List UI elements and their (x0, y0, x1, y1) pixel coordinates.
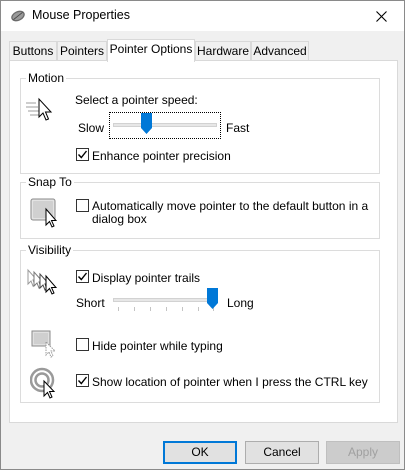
title-bar[interactable]: Mouse Properties (1, 1, 404, 31)
window-title: Mouse Properties (32, 8, 130, 22)
snap-to-checkbox[interactable] (76, 199, 89, 212)
show-location-checkbox[interactable] (76, 374, 89, 387)
tab-pointers[interactable]: Pointers (57, 41, 107, 61)
snap-to-icon (30, 198, 58, 228)
speed-slider-thumb[interactable] (141, 113, 152, 134)
trails-slider-tick (182, 307, 183, 311)
close-button[interactable] (358, 1, 404, 31)
tab-buttons[interactable]: Buttons (9, 41, 57, 61)
enhance-precision-checkbox[interactable] (76, 148, 89, 161)
checkmark-icon (77, 272, 88, 281)
show-location-icon (30, 367, 56, 399)
snap-to-label-line1[interactable]: Automatically move pointer to the defaul… (92, 199, 368, 213)
fast-label: Fast (226, 121, 250, 135)
enhance-precision-label[interactable]: Enhance pointer precision (92, 149, 231, 163)
trails-slider-thumb[interactable] (207, 288, 218, 309)
snap-to-group-label: Snap To (26, 175, 74, 189)
speed-slider-track[interactable] (113, 123, 217, 127)
pointer-speed-icon (26, 97, 53, 121)
pointer-speed-label: Select a pointer speed: (75, 93, 198, 107)
trails-slider-tick (166, 307, 167, 311)
close-icon (375, 10, 387, 22)
mouse-properties-window: Mouse Properties Buttons Pointers Pointe… (0, 0, 405, 470)
tab-advanced[interactable]: Advanced (251, 41, 309, 61)
apply-button[interactable]: Apply (326, 441, 400, 464)
snap-to-group: Snap To Automatically move pointer to th… (20, 175, 380, 239)
tab-pointer-options[interactable]: Pointer Options (107, 39, 195, 62)
trails-slider-track[interactable] (113, 298, 217, 302)
slow-label: Slow (78, 121, 105, 135)
pointer-trails-label[interactable]: Display pointer trails (92, 271, 200, 285)
trails-slider-tick (150, 307, 151, 311)
pointer-trails-checkbox[interactable] (76, 270, 89, 283)
motion-group: Motion Select a pointer speed: Slow Fast (20, 71, 380, 174)
long-label: Long (227, 296, 254, 310)
hide-pointer-checkbox[interactable] (76, 338, 89, 351)
tab-strip: Buttons Pointers Pointer Options Hardwar… (9, 39, 401, 62)
show-location-label[interactable]: Show location of pointer when I press th… (92, 375, 368, 389)
motion-group-label: Motion (26, 71, 67, 85)
hide-pointer-icon (31, 330, 57, 358)
checkmark-icon (77, 150, 88, 159)
pointer-options-panel: Motion Select a pointer speed: Slow Fast (9, 60, 398, 423)
cancel-button[interactable]: Cancel (245, 441, 319, 464)
trails-slider-tick (118, 307, 119, 311)
trails-slider-tick (198, 307, 199, 311)
trails-slider-tick (134, 307, 135, 311)
snap-to-label-line2[interactable]: dialog box (92, 212, 147, 226)
tab-hardware[interactable]: Hardware (195, 41, 251, 61)
mouse-icon (11, 10, 25, 22)
short-label: Short (76, 296, 105, 310)
visibility-group: Visibility Display pointer trails Short (20, 243, 380, 403)
visibility-group-label: Visibility (26, 243, 74, 257)
checkmark-icon (77, 376, 88, 385)
pointer-trails-icon (27, 268, 58, 295)
ok-button[interactable]: OK (163, 441, 237, 464)
hide-pointer-label[interactable]: Hide pointer while typing (92, 339, 223, 353)
